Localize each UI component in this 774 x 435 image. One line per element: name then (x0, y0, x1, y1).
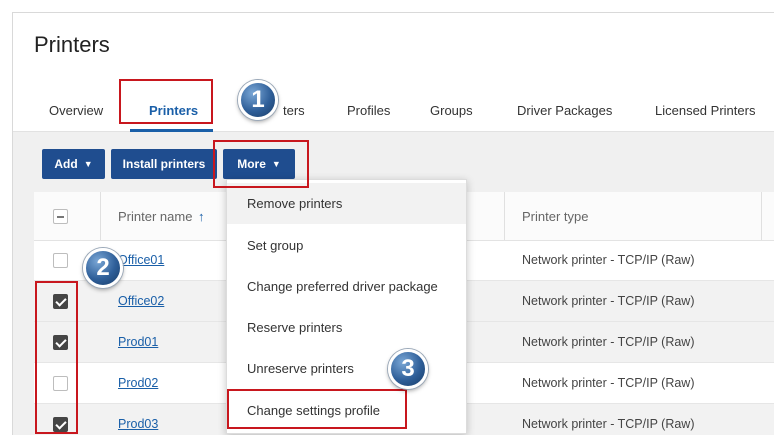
more-button[interactable]: More ▼ (223, 149, 295, 179)
menu-item-change-preferred-driver-package[interactable]: Change preferred driver package (227, 266, 466, 307)
tab-bar: Overview Printers ters Profiles Groups D… (13, 87, 774, 132)
more-button-label: More (237, 157, 266, 171)
menu-item-change-settings-profile[interactable]: Change settings profile (227, 390, 466, 431)
printer-name-link[interactable]: Office01 (118, 253, 164, 267)
printer-type-cell: Network printer - TCP/IP (Raw) (522, 294, 695, 308)
row-checkbox[interactable] (53, 376, 68, 391)
column-header-printer-name[interactable]: Printer name ↑ (118, 209, 205, 224)
caret-down-icon: ▼ (271, 159, 281, 169)
printer-name-header-label: Printer name (118, 209, 193, 224)
row-checkbox[interactable] (53, 335, 68, 350)
add-button[interactable]: Add ▼ (42, 149, 105, 179)
tab-overview[interactable]: Overview (49, 103, 103, 118)
install-printers-button[interactable]: Install printers (111, 149, 217, 179)
column-divider (761, 192, 762, 240)
caret-down-icon: ▼ (83, 159, 93, 169)
row-checkbox[interactable] (53, 253, 68, 268)
printer-name-link[interactable]: Prod01 (118, 335, 158, 349)
printer-name-link[interactable]: Prod03 (118, 417, 158, 431)
printer-name-link[interactable]: Office02 (118, 294, 164, 308)
tab-printers[interactable]: Printers (149, 103, 198, 118)
printer-name-link[interactable]: Prod02 (118, 376, 158, 390)
printer-type-cell: Network printer - TCP/IP (Raw) (522, 335, 695, 349)
select-all-checkbox[interactable] (53, 209, 68, 224)
menu-item-set-group[interactable]: Set group (227, 225, 466, 266)
add-button-label: Add (54, 157, 78, 171)
menu-item-reserve-printers[interactable]: Reserve printers (227, 307, 466, 348)
step-3-callout-icon: 3 (388, 349, 428, 389)
printer-type-cell: Network printer - TCP/IP (Raw) (522, 253, 695, 267)
step-2-callout-icon: 2 (83, 248, 123, 288)
row-checkbox[interactable] (53, 294, 68, 309)
printer-type-cell: Network printer - TCP/IP (Raw) (522, 417, 695, 431)
column-header-printer-type[interactable]: Printer type (522, 209, 588, 224)
menu-item-remove-printers[interactable]: Remove printers (227, 183, 466, 224)
tab-groups[interactable]: Groups (430, 103, 473, 118)
tab-driver-packages[interactable]: Driver Packages (517, 103, 612, 118)
more-dropdown-menu: Remove printers Set group Change preferr… (226, 179, 467, 434)
sort-ascending-icon: ↑ (198, 209, 205, 224)
tab-profiles[interactable]: Profiles (347, 103, 390, 118)
printer-type-cell: Network printer - TCP/IP (Raw) (522, 376, 695, 390)
tab-licensed-printers[interactable]: Licensed Printers (655, 103, 755, 118)
menu-item-unreserve-printers[interactable]: Unreserve printers (227, 348, 466, 389)
row-checkbox[interactable] (53, 417, 68, 432)
column-divider (504, 192, 505, 240)
step-1-callout-icon: 1 (238, 80, 278, 120)
tab-partially-hidden[interactable]: ters (283, 103, 305, 118)
page-title: Printers (34, 32, 110, 57)
column-divider (100, 192, 101, 240)
